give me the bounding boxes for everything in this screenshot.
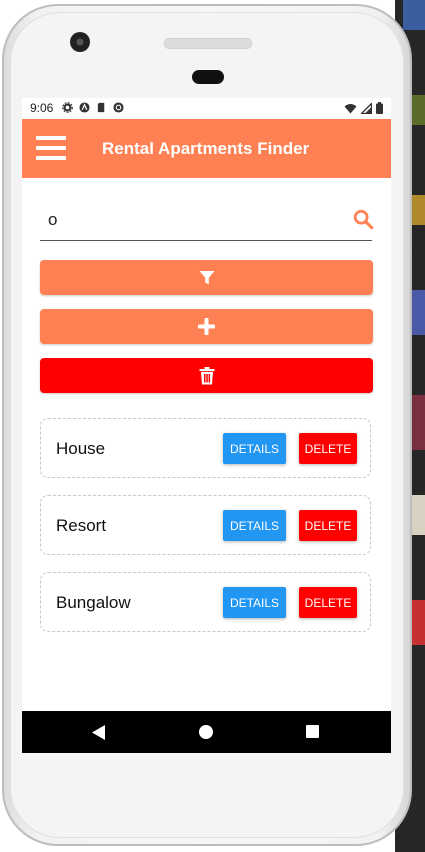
sync-icon (113, 102, 124, 113)
front-camera (70, 32, 90, 52)
back-icon[interactable] (92, 725, 105, 740)
listing-name: Bungalow (56, 593, 131, 612)
app-title: Rental Apartments Finder (102, 139, 310, 158)
status-bar: 9:06 (22, 98, 391, 119)
details-button[interactable]: DETAILS (223, 433, 286, 464)
delete-button[interactable]: DELETE (299, 587, 357, 618)
delete-button[interactable]: DELETE (299, 510, 357, 541)
list-item: House DETAILS DELETE (40, 418, 371, 478)
delete-button[interactable]: DELETE (299, 433, 357, 464)
menu-button[interactable] (36, 136, 66, 160)
hamburger-icon (36, 136, 66, 140)
search-icon[interactable] (352, 208, 374, 230)
trash-icon (199, 366, 214, 384)
battery-icon (376, 102, 383, 114)
hamburger-icon (36, 146, 66, 150)
sd-card-icon (97, 102, 105, 113)
home-icon[interactable] (199, 725, 213, 739)
android-notification-icon (79, 102, 90, 113)
search-field[interactable] (40, 202, 372, 241)
notification-icons (62, 102, 124, 113)
add-button[interactable] (40, 309, 373, 344)
listing-name: Resort (56, 516, 107, 535)
status-time: 9:06 (30, 101, 54, 115)
proximity-sensor (192, 70, 224, 84)
details-button[interactable]: DETAILS (223, 587, 286, 618)
delete-all-button[interactable] (40, 358, 373, 393)
system-icons (344, 102, 383, 114)
recent-apps-icon[interactable] (306, 725, 319, 738)
details-button[interactable]: DETAILS (223, 510, 286, 541)
desktop-thumbnail (403, 0, 425, 30)
list-item: Resort DETAILS DELETE (40, 495, 371, 555)
navigation-bar (22, 711, 391, 753)
app-bar: Rental Apartments Finder (22, 119, 391, 178)
listing-name: House (56, 439, 106, 458)
plus-icon (198, 318, 215, 335)
phone-screen: 9:06 Rental Apartments Finder o House DE… (22, 98, 391, 753)
filter-button[interactable] (40, 260, 373, 295)
filter-icon (199, 270, 214, 284)
hamburger-icon (36, 156, 66, 160)
signal-icon (361, 102, 372, 114)
list-item: Bungalow DETAILS DELETE (40, 572, 371, 632)
search-input[interactable] (40, 202, 348, 238)
settings-icon (62, 102, 73, 113)
earpiece-speaker (164, 38, 252, 49)
wifi-icon (344, 103, 357, 113)
